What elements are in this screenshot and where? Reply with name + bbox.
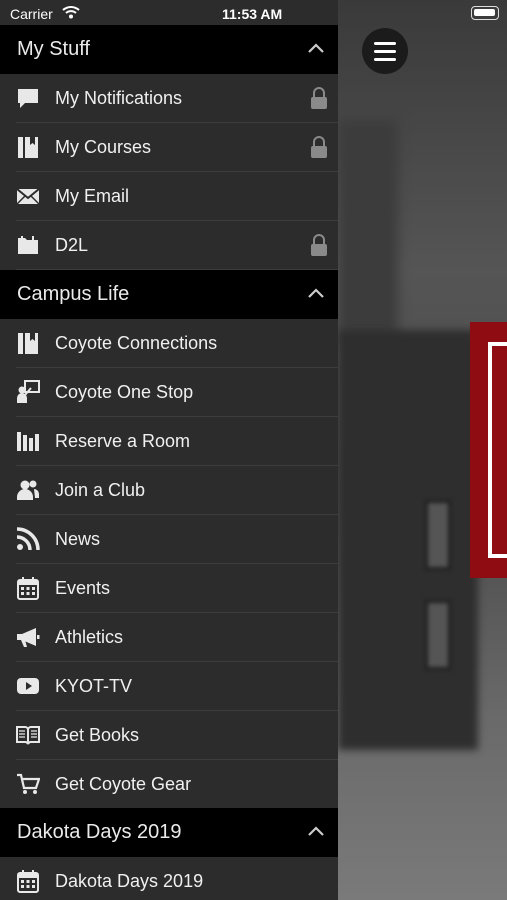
- section-header-dakota-days-2019[interactable]: Dakota Days 2019: [0, 808, 338, 857]
- menu-item-label: Get Books: [55, 725, 140, 745]
- red-banner: [470, 322, 507, 578]
- menu-item-news[interactable]: News: [0, 515, 338, 564]
- book-icon: [18, 333, 38, 354]
- menu-item-coyote-connections[interactable]: Coyote Connections: [0, 319, 338, 368]
- calendar-icon: [17, 870, 39, 893]
- background-window: [425, 500, 451, 570]
- section-title: My Stuff: [17, 38, 90, 60]
- menu-item-get-books[interactable]: Get Books: [0, 711, 338, 760]
- menu-item-events[interactable]: Events: [0, 564, 338, 613]
- hamburger-menu-button[interactable]: [362, 28, 408, 74]
- carrier-label: Carrier: [10, 6, 53, 22]
- menu-item-reserve-a-room[interactable]: Reserve a Room: [0, 417, 338, 466]
- menu-item-kyot-tv[interactable]: KYOT-TV: [0, 662, 338, 711]
- section-title: Dakota Days 2019: [17, 821, 182, 843]
- cart-icon: [17, 773, 40, 794]
- wifi-icon: [62, 6, 80, 19]
- menu-item-label: D2L: [55, 235, 89, 255]
- megaphone-icon: [17, 628, 40, 647]
- calendar-icon: [17, 577, 39, 600]
- menu-item-get-coyote-gear[interactable]: Get Coyote Gear: [0, 760, 338, 809]
- envelope-icon: [16, 188, 40, 205]
- menu-item-my-courses[interactable]: My Courses: [0, 123, 338, 172]
- chevron-up-icon: [308, 43, 324, 53]
- navigation-drawer: My Stuff My Notifications My Courses My …: [0, 0, 338, 900]
- rss-icon: [16, 527, 40, 551]
- menu-item-label: Get Coyote Gear: [55, 774, 192, 794]
- lock-icon: [311, 87, 327, 109]
- library-icon: [17, 432, 39, 451]
- book-icon: [18, 137, 38, 158]
- menu-item-label: My Email: [55, 186, 130, 206]
- battery-icon: [471, 6, 499, 20]
- section-header-campus-life[interactable]: Campus Life: [0, 270, 338, 319]
- menu-item-label: My Courses: [55, 137, 152, 157]
- menu-item-label: Dakota Days 2019: [55, 871, 204, 891]
- section-header-my-stuff[interactable]: My Stuff: [0, 25, 338, 74]
- menu-item-athletics[interactable]: Athletics: [0, 613, 338, 662]
- chevron-up-icon: [308, 288, 324, 298]
- person-presentation-icon: [17, 380, 40, 403]
- background-window: [425, 600, 451, 670]
- lock-icon: [311, 136, 327, 158]
- section-title: Campus Life: [17, 283, 130, 305]
- chevron-up-icon: [308, 826, 324, 836]
- menu-item-label: KYOT-TV: [55, 676, 133, 696]
- background-building: [338, 330, 478, 750]
- background-building-tower: [338, 120, 398, 340]
- clock: 11:53 AM: [222, 6, 283, 22]
- menu-item-label: Reserve a Room: [55, 431, 191, 451]
- menu-item-d2l[interactable]: D2L: [0, 221, 338, 270]
- status-bar: Carrier 11:53 AM: [0, 0, 507, 28]
- lock-icon: [311, 234, 327, 256]
- menu-item-dakota-days-2019[interactable]: Dakota Days 2019: [0, 857, 338, 900]
- menu-item-label: Events: [55, 578, 111, 598]
- menu-item-join-a-club[interactable]: Join a Club: [0, 466, 338, 515]
- menu-item-label: My Notifications: [55, 88, 183, 108]
- play-video-icon: [17, 678, 39, 694]
- menu-item-my-email[interactable]: My Email: [0, 172, 338, 221]
- folder-icon: [18, 236, 38, 254]
- menu-item-label: Coyote One Stop: [55, 382, 194, 402]
- menu-item-label: Join a Club: [55, 480, 146, 500]
- open-book-icon: [16, 726, 40, 745]
- menu-item-label: Coyote Connections: [55, 333, 218, 353]
- menu-item-coyote-one-stop[interactable]: Coyote One Stop: [0, 368, 338, 417]
- chat-bubble-icon: [18, 89, 38, 108]
- menu-item-label: News: [55, 529, 101, 549]
- menu-item-label: Athletics: [55, 627, 124, 647]
- users-icon: [17, 480, 39, 500]
- menu-item-my-notifications[interactable]: My Notifications: [0, 74, 338, 123]
